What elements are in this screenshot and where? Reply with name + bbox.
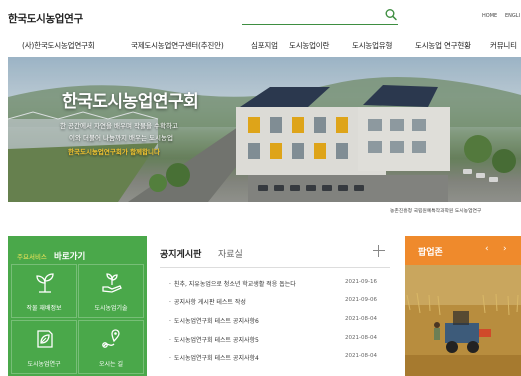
popup-zone: 팝업존 ‹ ›	[405, 236, 521, 376]
site-logo[interactable]: 한국도시농업연구	[8, 11, 83, 26]
top-bar: 한국도시농업연구 HOME ENGLI	[0, 0, 521, 34]
nav-item-intl-center[interactable]: 국제도시농업연구센터(추진안)	[131, 40, 224, 51]
notice-row[interactable]: 친추, 지유농업으로 청소년 학교생활 적응 돕는다 2021-09-16	[169, 279, 394, 291]
notice-title[interactable]: 도시농업연구회 테스트 공지사항5	[169, 335, 259, 344]
notice-row[interactable]: 도시농업연구회 테스트 공지사항6 2021-08-04	[169, 316, 394, 328]
sprout-icon	[36, 273, 54, 293]
english-link[interactable]: ENGLI	[505, 13, 520, 19]
quick-menu: 주요서비스 바로가기 작물 재배정보 도시농업기술 도시농업연구 오시는 길	[8, 236, 147, 376]
quick-item-label: 오시는 길	[99, 361, 123, 368]
hero-tagline: 한국도시농업연구회가 함께합니다	[68, 148, 160, 156]
quick-menu-title: 바로가기	[54, 252, 86, 262]
home-link[interactable]: HOME	[482, 13, 497, 19]
notice-date: 2021-09-06	[345, 297, 377, 303]
tab-notices[interactable]: 공지게시판	[160, 247, 201, 260]
more-plus-icon[interactable]	[373, 245, 385, 257]
notice-date: 2021-09-16	[345, 279, 377, 285]
hero-title: 한국도시농업연구회	[62, 92, 199, 112]
hero-banner: 한국도시농업연구회 한 공간에서 자연을 배우며 작물을 수확하고 이와 더불어…	[8, 57, 521, 202]
nav-item-symposium[interactable]: 심포지엄	[251, 40, 278, 51]
nav-item-association[interactable]: (사)한국도시농업연구회	[22, 40, 95, 51]
nav-item-about[interactable]: 도시농업이란	[289, 40, 329, 51]
map-pin-icon	[102, 329, 120, 348]
tab-resources[interactable]: 자료실	[218, 247, 243, 260]
main-nav: (사)한국도시농업연구회 국제도시농업연구센터(추진안) 심포지엄 도시농업이란…	[0, 37, 521, 55]
popup-banner-image[interactable]	[405, 265, 521, 376]
hero-subtitle-line-2: 이와 더불어 나눔까지 배우는 도시농업	[69, 134, 173, 142]
quick-item-directions[interactable]: 오시는 길	[78, 320, 144, 374]
notice-title[interactable]: 도시농업연구회 테스트 공지사항4	[169, 353, 259, 362]
plant-hand-icon	[102, 273, 122, 293]
quick-menu-tag: 주요서비스	[17, 253, 47, 261]
nav-item-community[interactable]: 커뮤니티	[490, 40, 517, 51]
notice-date: 2021-08-04	[345, 353, 377, 359]
notice-row[interactable]: 도시농업연구회 테스트 공지사항4 2021-08-04	[169, 353, 394, 365]
quick-menu-header: 주요서비스 바로가기	[17, 244, 85, 263]
search-input[interactable]	[242, 8, 398, 25]
nav-item-research[interactable]: 도시농업 연구현황	[415, 40, 471, 51]
quick-item-label: 도시농업기술	[94, 305, 128, 312]
quick-item-research[interactable]: 도시농업연구	[11, 320, 77, 374]
popup-prev-arrow-icon[interactable]: ‹	[485, 244, 489, 254]
notice-date: 2021-08-04	[345, 335, 377, 341]
notice-title[interactable]: 친추, 지유농업으로 청소년 학교생활 적응 돕는다	[169, 279, 296, 288]
quick-item-crop-info[interactable]: 작물 재배정보	[11, 264, 77, 318]
hero-caption: 농촌진흥청 국립원예특작과학원 도시농업연구	[390, 209, 482, 214]
notice-board: 공지게시판 자료실 친추, 지유농업으로 청소년 학교생활 적응 돕는다 202…	[147, 236, 405, 376]
popup-next-arrow-icon[interactable]: ›	[503, 244, 507, 254]
search-icon[interactable]	[384, 8, 398, 22]
board-divider	[160, 267, 390, 268]
notice-row[interactable]: 공지사항 게시판 테스트 작성 2021-09-06	[169, 297, 394, 309]
quick-item-label: 도시농업연구	[27, 361, 61, 368]
notice-date: 2021-08-04	[345, 316, 377, 322]
leaf-book-icon	[37, 330, 53, 348]
notice-row[interactable]: 도시농업연구회 테스트 공지사항5 2021-08-04	[169, 335, 394, 347]
quick-item-label: 작물 재배정보	[26, 305, 62, 312]
hero-subtitle-line-1: 한 공간에서 자연을 배우며 작물을 수확하고	[60, 122, 178, 130]
notice-title[interactable]: 도시농업연구회 테스트 공지사항6	[169, 316, 259, 325]
popup-zone-title: 팝업존	[418, 248, 443, 258]
notice-title[interactable]: 공지사항 게시판 테스트 작성	[169, 297, 246, 306]
quick-item-tech[interactable]: 도시농업기술	[78, 264, 144, 318]
nav-item-types[interactable]: 도시농업유형	[352, 40, 392, 51]
